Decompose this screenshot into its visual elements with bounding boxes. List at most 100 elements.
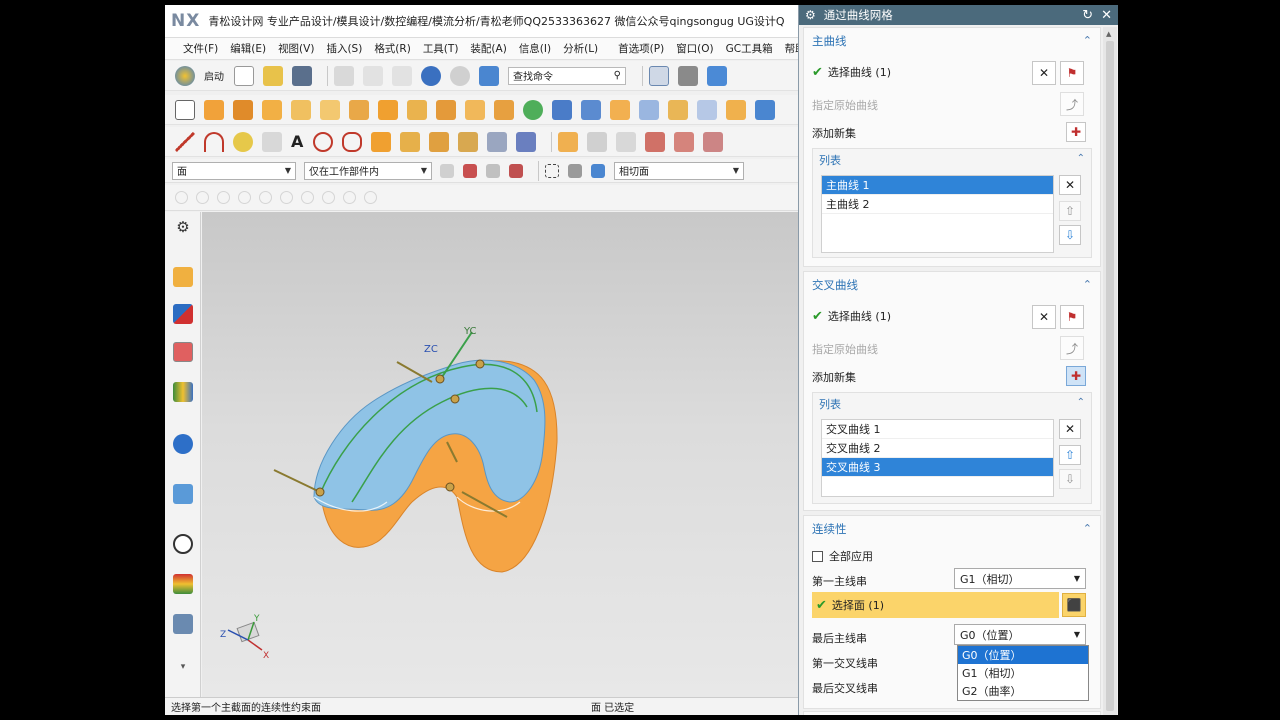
curve-length-icon[interactable]	[616, 131, 637, 152]
last-primary-select[interactable]: G0（位置） ▼	[954, 624, 1086, 645]
snap-line-icon[interactable]	[217, 191, 230, 204]
snap-quadrant-icon[interactable]	[301, 191, 314, 204]
move-up-primary-button[interactable]: ⇧	[1059, 201, 1081, 221]
graphics-viewport[interactable]: ZC YC X Y Z	[202, 212, 800, 697]
text-tool-icon[interactable]: A	[291, 132, 303, 151]
model-view-svg[interactable]: ZC YC X Y Z	[202, 212, 800, 697]
cube-icon[interactable]	[726, 99, 746, 120]
offset-icon[interactable]	[465, 99, 485, 120]
spline-icon[interactable]	[233, 131, 253, 152]
extract-curve-icon[interactable]	[458, 131, 479, 152]
remove-cross-button[interactable]: ✕	[1059, 419, 1081, 439]
snap-face-icon[interactable]	[364, 191, 377, 204]
move-down-primary-button[interactable]: ⇩	[1059, 225, 1081, 245]
primary-list-header[interactable]: 列表 ⌃	[813, 149, 1091, 171]
settings-gear-icon[interactable]: ⚙	[173, 217, 193, 237]
arc-icon[interactable]	[204, 131, 224, 152]
dropdown-option-g2[interactable]: G2（曲率）	[958, 682, 1088, 700]
revolve-icon[interactable]	[233, 99, 253, 120]
chevron-up-icon[interactable]: ⌃	[1083, 278, 1092, 291]
cross-list-item[interactable]: 交叉曲线 2	[822, 439, 1053, 458]
sketch-icon[interactable]	[175, 99, 195, 120]
edge-blend-icon[interactable]	[407, 99, 427, 120]
divide-curve-icon[interactable]	[587, 131, 608, 152]
surface-icon[interactable]	[349, 99, 369, 120]
mirror-icon[interactable]	[523, 99, 543, 120]
primary-add-set-button[interactable]: ✚	[1066, 122, 1086, 142]
line-icon[interactable]	[175, 131, 195, 152]
clock-icon[interactable]	[173, 534, 193, 554]
remove-primary-button[interactable]: ✕	[1059, 175, 1081, 195]
menu-view[interactable]: 视图(V)	[272, 41, 320, 56]
cut-icon[interactable]	[334, 65, 354, 86]
intersection-curve-icon[interactable]	[371, 131, 392, 152]
undo-icon[interactable]	[421, 65, 441, 86]
scroll-down-icon[interactable]: ▾	[173, 662, 193, 682]
snap-curve-icon[interactable]	[343, 191, 356, 204]
start-icon[interactable]	[175, 65, 195, 86]
cross-select-curve-row[interactable]: ✔ 选择曲线 (1)	[812, 308, 891, 324]
assembly-navigator-icon[interactable]	[173, 267, 193, 287]
cross-curves-header[interactable]: 交叉曲线 ⌃	[804, 272, 1100, 298]
snap-control-icon[interactable]	[238, 191, 251, 204]
chevron-up-icon[interactable]: ⌃	[1083, 522, 1092, 535]
close-icon[interactable]: ✕	[1101, 8, 1112, 23]
corner-icon[interactable]	[674, 131, 695, 152]
mesh-icon[interactable]	[516, 131, 537, 152]
part-navigator-icon[interactable]	[173, 342, 193, 362]
menu-preferences[interactable]: 首选项(P)	[612, 41, 670, 56]
menu-file[interactable]: 文件(F)	[177, 41, 224, 56]
origin-curve-button[interactable]: ⤴	[1060, 336, 1084, 360]
book-icon[interactable]	[552, 99, 572, 120]
menu-gc-toolbox[interactable]: GC工具箱	[720, 41, 779, 56]
filter-icon[interactable]	[440, 163, 454, 178]
cross-list-item[interactable]: 交叉曲线 3	[822, 458, 1053, 477]
split-icon[interactable]	[610, 99, 630, 120]
primary-specify-origin-row[interactable]: 指定原始曲线	[812, 97, 878, 113]
bridge-curve-icon[interactable]	[400, 131, 421, 152]
cross-specify-origin-row[interactable]: 指定原始曲线	[812, 341, 878, 357]
fillet-curve-icon[interactable]	[645, 131, 666, 152]
spine-header[interactable]: 脊线 ⌄	[804, 712, 1100, 715]
chevron-up-icon[interactable]: ⌃	[1083, 34, 1092, 47]
grid-icon[interactable]	[479, 65, 499, 86]
face-select-icon[interactable]	[568, 163, 582, 178]
shell-icon[interactable]	[668, 99, 688, 120]
flag-select-button[interactable]: ⚑	[1060, 61, 1084, 85]
chevron-up-icon[interactable]: ⌃	[1077, 397, 1085, 408]
primary-list-item[interactable]: 主曲线 1	[822, 176, 1053, 195]
boolean-icon[interactable]	[378, 99, 398, 120]
draft-icon[interactable]	[697, 99, 717, 120]
primary-list-item[interactable]: 主曲线 2	[822, 195, 1053, 214]
selection-intent-icon[interactable]	[486, 163, 500, 178]
point-icon[interactable]	[262, 131, 282, 152]
reset-icon[interactable]: ↻	[1082, 8, 1093, 23]
primary-select-curve-row[interactable]: ✔ 选择曲线 (1)	[812, 64, 891, 80]
edit-curve-icon[interactable]	[703, 131, 724, 152]
scrollbar-thumb[interactable]	[1106, 41, 1114, 711]
face-select-button[interactable]: ⬛	[1062, 593, 1086, 617]
menu-edit[interactable]: 编辑(E)	[224, 41, 272, 56]
fit-view-icon[interactable]	[649, 65, 669, 86]
helix-icon[interactable]	[487, 131, 508, 152]
chamfer-icon[interactable]	[436, 99, 456, 120]
snap-center-icon[interactable]	[280, 191, 293, 204]
dropdown-option-g0[interactable]: G0（位置）	[958, 646, 1088, 664]
move-up-cross-button[interactable]: ⇧	[1059, 445, 1081, 465]
thicken-icon[interactable]	[639, 99, 659, 120]
origin-curve-button[interactable]: ⤴	[1060, 92, 1084, 116]
select-face-row[interactable]: ✔ 选择面 (1)	[812, 592, 1059, 618]
sweep-icon[interactable]	[320, 99, 340, 120]
flag-select-button[interactable]: ⚑	[1060, 305, 1084, 329]
system-materials-icon[interactable]	[173, 574, 193, 594]
selection-scope-select[interactable]: 仅在工作部件内 ▼	[304, 161, 432, 180]
add-selection-icon[interactable]	[463, 163, 477, 178]
pattern-icon[interactable]	[494, 99, 514, 120]
primary-curves-header[interactable]: 主曲线 ⌃	[804, 28, 1100, 54]
save-icon[interactable]	[292, 65, 312, 86]
face-rule-select[interactable]: 相切面 ▼	[614, 161, 744, 180]
trim-curve-icon[interactable]	[558, 131, 579, 152]
new-file-icon[interactable]	[234, 65, 254, 86]
render-style-icon[interactable]	[678, 65, 698, 86]
constraint-navigator-icon[interactable]	[173, 304, 193, 324]
